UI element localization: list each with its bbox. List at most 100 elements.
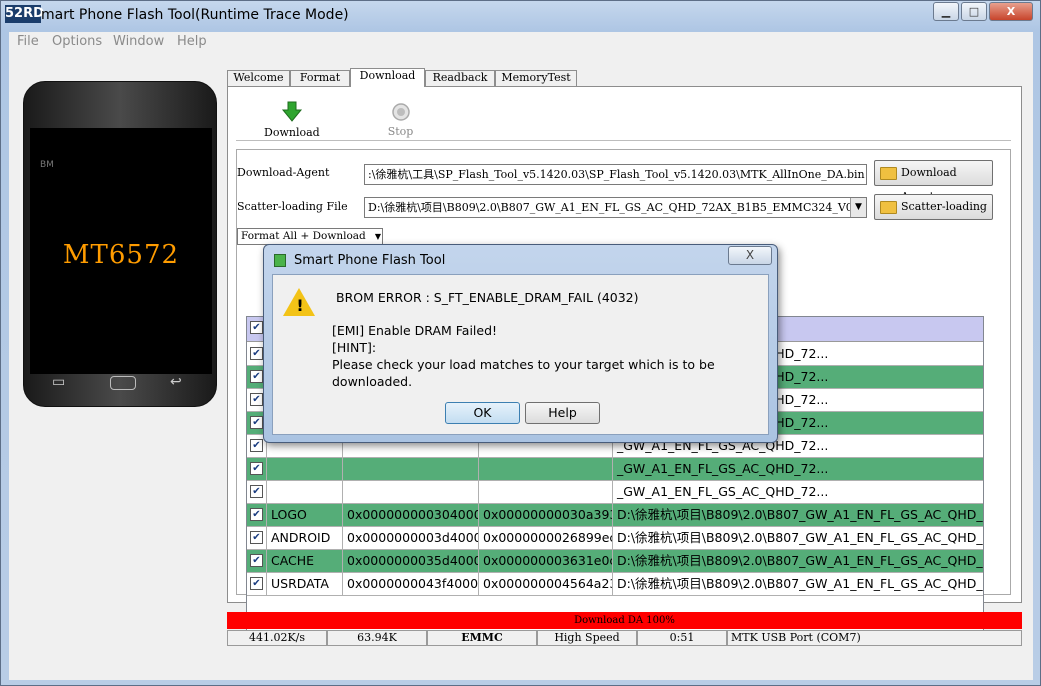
dialog-title: Smart Phone Flash Tool — [294, 253, 446, 268]
select-all-checkbox[interactable]: ✔ — [250, 321, 263, 334]
cell-begin: 0x0000000043f40000 — [343, 573, 479, 596]
row-checkbox-cell[interactable]: ✔ — [247, 527, 267, 550]
app-icon — [274, 254, 286, 267]
stop-button[interactable]: Stop — [378, 102, 423, 138]
row-checkbox[interactable]: ✔ — [250, 439, 263, 452]
row-checkbox[interactable]: ✔ — [250, 577, 263, 590]
mode-select[interactable]: Format All + Download ▼ — [237, 228, 383, 245]
chevron-down-icon[interactable]: ▼ — [850, 198, 866, 217]
menu-bar: File Options Window Help — [9, 32, 1033, 53]
cell-name — [267, 481, 343, 504]
table-row[interactable]: ✔ LOGO 0x0000000003040000 0x00000000030a393… — [247, 504, 983, 527]
row-checkbox[interactable]: ✔ — [250, 393, 263, 406]
warning-icon-mark: ! — [296, 296, 304, 315]
cell-begin: 0x0000000003d40000 — [343, 527, 479, 550]
tab-format[interactable]: Format — [290, 70, 350, 86]
minimize-button[interactable]: ▁ — [933, 2, 959, 21]
table-row[interactable]: ✔ USRDATA 0x0000000043f40000 0x000000004564… — [247, 573, 983, 596]
cell-location: D:\徐雅杭\项目\B809\2.0\B807_GW_A1_EN_FL_GS_A… — [613, 573, 983, 596]
row-checkbox-cell[interactable]: ✔ — [247, 481, 267, 504]
row-checkbox[interactable]: ✔ — [250, 347, 263, 360]
message-line-2: [HINT]: — [332, 340, 377, 355]
download-button[interactable]: Download — [264, 101, 320, 139]
cell-location: D:\徐雅杭\项目\B809\2.0\B807_GW_A1_EN_FL_GS_A… — [613, 527, 983, 550]
row-checkbox[interactable]: ✔ — [250, 416, 263, 429]
table-row[interactable]: ✔ _GW_A1_EN_FL_GS_AC_QHD_72... — [247, 458, 983, 481]
tab-memorytest[interactable]: MemoryTest — [495, 70, 577, 86]
table-row[interactable]: ✔ ANDROID 0x0000000003d40000 0x000000002689… — [247, 527, 983, 550]
row-checkbox[interactable]: ✔ — [250, 485, 263, 498]
help-button[interactable]: Help — [525, 402, 600, 424]
tab-welcome[interactable]: Welcome — [227, 70, 290, 86]
cell-begin: 0x0000000035d40000 — [343, 550, 479, 573]
scatter-loading-button[interactable]: Scatter-loading — [874, 194, 993, 220]
table-row[interactable]: ✔ CACHE 0x0000000035d40000 0x000000003631e0… — [247, 550, 983, 573]
status-speed-mode: High Speed — [537, 630, 637, 646]
cell-end — [479, 458, 613, 481]
status-speed: 441.02K/s — [227, 630, 327, 646]
stop-icon — [391, 103, 410, 121]
status-storage: EMMC — [427, 630, 537, 646]
tab-download[interactable]: Download — [350, 68, 425, 87]
cell-name: LOGO — [267, 504, 343, 527]
row-checkbox-cell[interactable]: ✔ — [247, 504, 267, 527]
cell-end: 0x00000000030a3933 — [479, 504, 613, 527]
menu-window[interactable]: Window — [113, 34, 164, 49]
cell-begin: 0x0000000003040000 — [343, 504, 479, 527]
row-checkbox[interactable]: ✔ — [250, 531, 263, 544]
download-arrow-icon — [281, 101, 302, 122]
menu-help[interactable]: Help — [177, 34, 207, 49]
folder-icon — [880, 201, 897, 214]
row-checkbox[interactable]: ✔ — [250, 554, 263, 567]
app-logo: 52RD — [5, 5, 44, 23]
row-checkbox-cell[interactable]: ✔ — [247, 573, 267, 596]
download-agent-button[interactable]: Download Agent — [874, 160, 993, 203]
menu-options[interactable]: Options — [52, 34, 102, 49]
phone-model-label: MT6572 — [62, 240, 180, 270]
main-window: 52RD mart Phone Flash Tool(Runtime Trace… — [0, 0, 1041, 686]
row-checkbox[interactable]: ✔ — [250, 508, 263, 521]
download-label: Download — [264, 126, 320, 139]
error-dialog: Smart Phone Flash Tool X ! BROM ERROR : … — [263, 244, 778, 443]
scatter-loading-button-label: Scatter-loading — [901, 200, 987, 213]
cell-location: _GW_A1_EN_FL_GS_AC_QHD_72... — [613, 481, 983, 504]
stop-label: Stop — [387, 125, 414, 138]
cell-location: D:\徐雅杭\项目\B809\2.0\B807_GW_A1_EN_FL_GS_A… — [613, 550, 983, 573]
row-checkbox-cell[interactable]: ✔ — [247, 550, 267, 573]
phone-image: BM MT6572 ▭ ↩ — [23, 81, 217, 407]
toolbar-divider — [236, 140, 1011, 141]
scatter-field[interactable]: D:\徐雅杭\项目\B809\2.0\B807_GW_A1_EN_FL_GS_A… — [364, 197, 867, 218]
dialog-body: ! BROM ERROR : S_FT_ENABLE_DRAM_FAIL (40… — [272, 274, 769, 435]
cell-location: _GW_A1_EN_FL_GS_AC_QHD_72... — [613, 458, 983, 481]
cell-end: 0x000000003631e0cf — [479, 550, 613, 573]
cell-name — [267, 458, 343, 481]
maximize-button[interactable]: □ — [961, 2, 987, 21]
folder-icon — [880, 167, 897, 180]
home-key-icon — [110, 376, 136, 390]
row-checkbox[interactable]: ✔ — [250, 462, 263, 475]
menu-file[interactable]: File — [17, 34, 39, 49]
chevron-down-icon: ▼ — [374, 232, 381, 241]
cell-begin — [343, 481, 479, 504]
row-checkbox-cell[interactable]: ✔ — [247, 458, 267, 481]
phone-brand: BM — [40, 160, 54, 170]
error-message: BROM ERROR : S_FT_ENABLE_DRAM_FAIL (4032… — [336, 290, 639, 305]
title-bar[interactable]: 52RD mart Phone Flash Tool(Runtime Trace… — [1, 1, 1040, 31]
ok-button[interactable]: OK — [445, 402, 520, 424]
scatter-field-value: D:\徐雅杭\项目\B809\2.0\B807_GW_A1_EN_FL_GS_A… — [368, 201, 867, 214]
message-line-4: downloaded. — [332, 374, 413, 389]
row-checkbox[interactable]: ✔ — [250, 370, 263, 383]
cell-end — [479, 481, 613, 504]
download-agent-field[interactable]: :\徐雅杭\工具\SP_Flash_Tool_v5.1420.03\SP_Fla… — [364, 164, 867, 185]
tab-readback[interactable]: Readback — [425, 70, 495, 86]
status-size: 63.94K — [327, 630, 427, 646]
mode-select-value: Format All + Download — [241, 230, 366, 242]
message-line-3: Please check your load matches to your t… — [332, 357, 715, 372]
table-row[interactable]: ✔ _GW_A1_EN_FL_GS_AC_QHD_72... — [247, 481, 983, 504]
cell-end: 0x000000004564a237 — [479, 573, 613, 596]
close-button[interactable]: X — [989, 2, 1033, 21]
dialog-close-button[interactable]: X — [728, 246, 772, 265]
cell-name: ANDROID — [267, 527, 343, 550]
download-agent-label: Download-Agent — [237, 166, 330, 179]
progress-bar: Download DA 100% — [227, 612, 1022, 629]
